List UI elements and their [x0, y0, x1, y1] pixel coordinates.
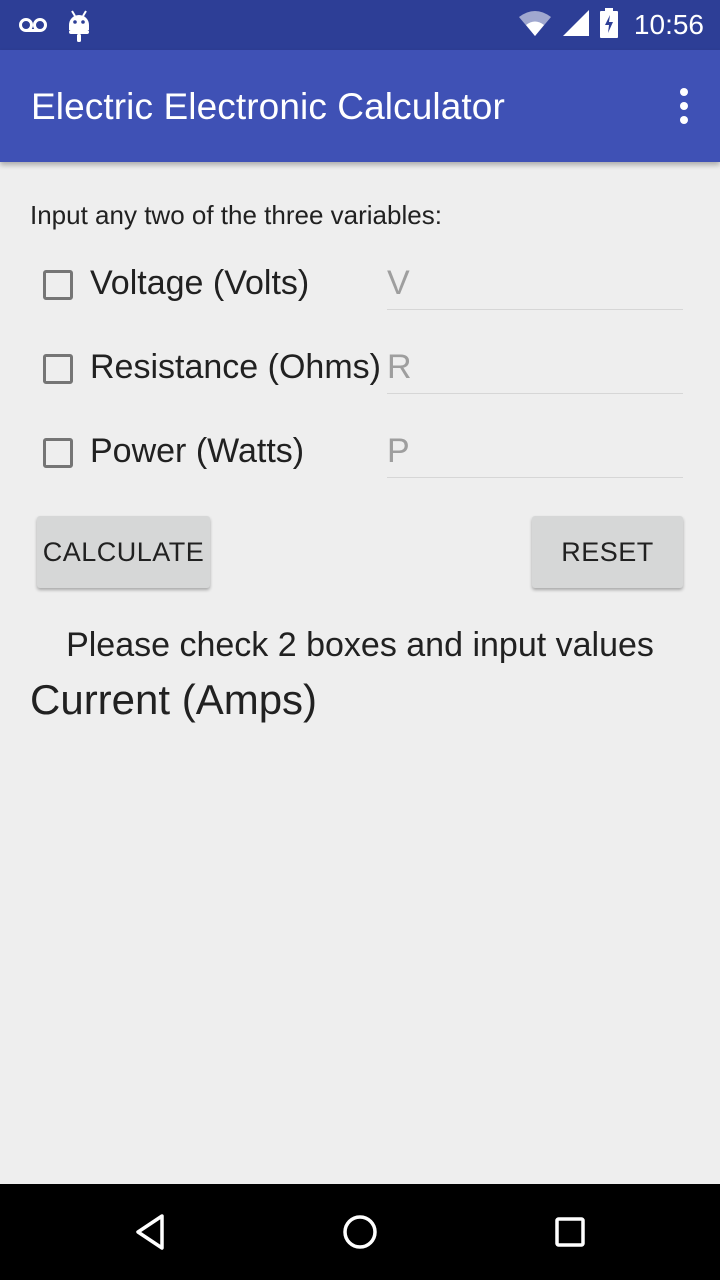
voicemail-icon [18, 8, 48, 47]
navigation-bar [0, 1184, 720, 1280]
voltage-row: Voltage (Volts) V [0, 246, 720, 330]
resistance-input[interactable]: R [387, 344, 683, 394]
result-label: Current (Amps) [30, 676, 318, 723]
battery-charging-icon [599, 7, 618, 43]
android-icon [66, 8, 92, 47]
status-bar: 10:56 [0, 0, 720, 50]
power-input-placeholder: P [387, 432, 410, 470]
wifi-icon [518, 9, 552, 42]
reset-button[interactable]: RESET [532, 516, 683, 588]
instruction-text: Input any two of the three variables: [30, 200, 442, 230]
app-bar: Electric Electronic Calculator [0, 50, 720, 162]
power-checkbox[interactable] [43, 438, 73, 468]
voltage-input-placeholder: V [387, 264, 410, 302]
status-message: Please check 2 boxes and input values [66, 626, 654, 664]
status-left [18, 8, 92, 47]
voltage-input[interactable]: V [387, 260, 683, 310]
voltage-checkbox[interactable] [43, 270, 73, 300]
back-icon[interactable] [126, 1208, 174, 1256]
resistance-checkbox[interactable] [43, 354, 73, 384]
app-title: Electric Electronic Calculator [31, 86, 505, 127]
recents-icon[interactable] [546, 1208, 594, 1256]
overflow-dot [680, 102, 688, 110]
screen: 10:56 Electric Electronic Calculator Inp… [0, 0, 720, 1280]
resistance-row: Resistance (Ohms) R [0, 330, 720, 414]
overflow-dot [680, 88, 688, 96]
status-right: 10:56 [518, 0, 704, 50]
main-content: Input any two of the three variables: Vo… [0, 162, 720, 1184]
home-icon[interactable] [336, 1208, 384, 1256]
calculate-button[interactable]: CALCULATE [37, 516, 210, 588]
overflow-dot [680, 116, 688, 124]
status-time: 10:56 [633, 9, 704, 40]
power-row: Power (Watts) P [0, 414, 720, 498]
resistance-label: Resistance (Ohms) [90, 348, 381, 386]
resistance-input-placeholder: R [387, 348, 412, 386]
signal-icon [562, 9, 590, 42]
voltage-label: Voltage (Volts) [90, 264, 310, 302]
power-label: Power (Watts) [90, 432, 305, 470]
more-vert-icon[interactable] [670, 86, 698, 126]
power-input[interactable]: P [387, 428, 683, 478]
